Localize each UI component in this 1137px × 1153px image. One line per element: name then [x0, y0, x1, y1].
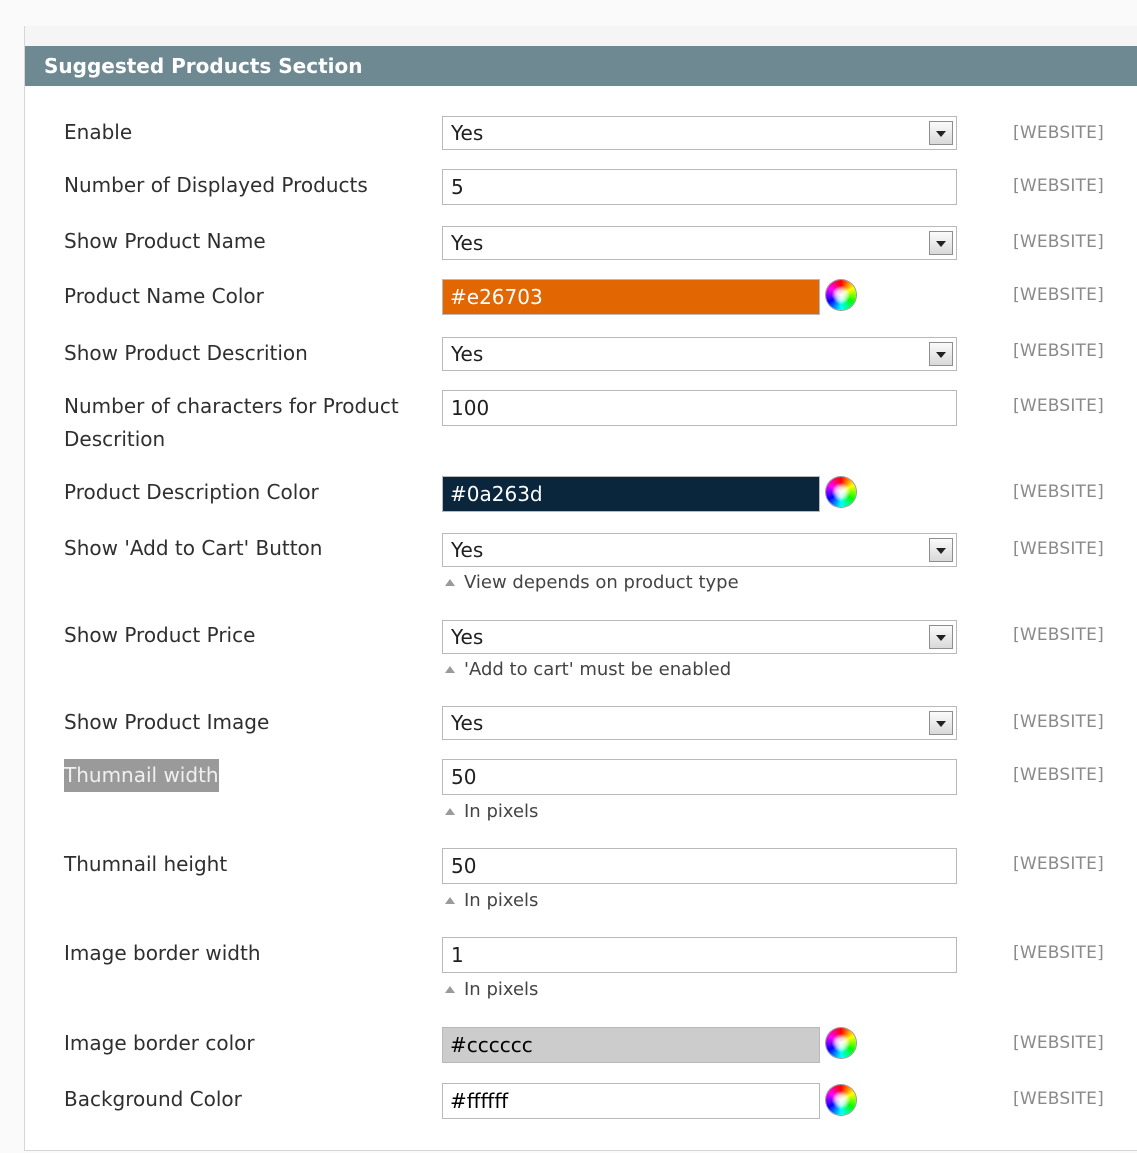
enable-select-value: Yes: [451, 121, 484, 145]
scope-label-border-width: [WEBSITE]: [1013, 943, 1104, 963]
name-color-input[interactable]: [442, 279, 820, 315]
show-cart-note: View depends on product type: [445, 572, 739, 593]
show-name-select-value: Yes: [451, 231, 484, 255]
chevron-down-icon[interactable]: [929, 538, 953, 562]
scope-label-enable: [WEBSITE]: [1013, 123, 1104, 143]
note-arrow-icon: [445, 986, 455, 993]
num-chars-input[interactable]: [442, 390, 957, 426]
num-displayed-label: Number of Displayed Products: [64, 173, 368, 197]
bg-color-input[interactable]: [442, 1083, 820, 1119]
border-width-input[interactable]: [442, 937, 957, 973]
show-image-label: Show Product Image: [64, 710, 270, 734]
num-chars-label-line1: Number of characters for Product: [64, 394, 399, 418]
enable-select[interactable]: Yes: [442, 116, 957, 150]
chevron-down-icon[interactable]: [929, 711, 953, 735]
section-title: Suggested Products Section: [44, 54, 363, 78]
note-arrow-icon: [445, 897, 455, 904]
scope-label-border-color: [WEBSITE]: [1013, 1033, 1104, 1053]
color-picker-icon[interactable]: [826, 280, 856, 310]
show-price-select-value: Yes: [451, 625, 484, 649]
border-width-label: Image border width: [64, 941, 261, 965]
enable-label: Enable: [64, 120, 133, 144]
show-price-label: Show Product Price: [64, 623, 256, 647]
scope-label-desc-color: [WEBSITE]: [1013, 482, 1104, 502]
panel-top-bar: [25, 26, 1137, 46]
show-cart-note-text: View depends on product type: [464, 572, 739, 593]
show-price-note: 'Add to cart' must be enabled: [445, 659, 731, 680]
show-desc-select-value: Yes: [451, 342, 484, 366]
show-cart-select[interactable]: Yes: [442, 533, 957, 567]
thumb-height-input[interactable]: [442, 848, 957, 884]
num-chars-label-line2: Descrition: [64, 427, 166, 451]
show-name-select[interactable]: Yes: [442, 226, 957, 260]
show-price-select[interactable]: Yes: [442, 620, 957, 654]
scope-label-num-displayed: [WEBSITE]: [1013, 176, 1104, 196]
bg-color-label: Background Color: [64, 1087, 242, 1111]
thumb-width-note-text: In pixels: [464, 801, 539, 822]
thumb-width-label: Thumnail width: [64, 759, 219, 792]
scope-label-show-price: [WEBSITE]: [1013, 625, 1104, 645]
show-desc-label: Show Product Descrition: [64, 341, 308, 365]
show-cart-select-value: Yes: [451, 538, 484, 562]
scope-label-show-name: [WEBSITE]: [1013, 232, 1104, 252]
note-arrow-icon: [445, 579, 455, 586]
chevron-down-icon[interactable]: [929, 342, 953, 366]
scope-label-show-desc: [WEBSITE]: [1013, 341, 1104, 361]
border-width-note-text: In pixels: [464, 979, 539, 1000]
note-arrow-icon: [445, 666, 455, 673]
show-image-select[interactable]: Yes: [442, 706, 957, 740]
show-price-note-text: 'Add to cart' must be enabled: [464, 659, 732, 680]
color-picker-icon[interactable]: [826, 1085, 856, 1115]
thumb-height-note-text: In pixels: [464, 890, 539, 911]
show-name-label: Show Product Name: [64, 229, 266, 253]
border-color-label: Image border color: [64, 1031, 255, 1055]
desc-color-input[interactable]: [442, 476, 820, 512]
thumb-width-input[interactable]: [442, 759, 957, 795]
scope-label-thumb-height: [WEBSITE]: [1013, 854, 1104, 874]
show-desc-select[interactable]: Yes: [442, 337, 957, 371]
border-width-note: In pixels: [445, 979, 538, 1000]
section-header[interactable]: Suggested Products Section: [25, 46, 1137, 86]
color-picker-icon[interactable]: [826, 1028, 856, 1058]
chevron-down-icon[interactable]: [929, 231, 953, 255]
scope-label-thumb-width: [WEBSITE]: [1013, 765, 1104, 785]
chevron-down-icon[interactable]: [929, 121, 953, 145]
thumb-height-label: Thumnail height: [64, 852, 228, 876]
scope-label-name-color: [WEBSITE]: [1013, 285, 1104, 305]
scope-label-show-cart: [WEBSITE]: [1013, 539, 1104, 559]
scope-label-bg-color: [WEBSITE]: [1013, 1089, 1104, 1109]
desc-color-label: Product Description Color: [64, 480, 319, 504]
thumb-height-note: In pixels: [445, 890, 538, 911]
config-panel: Suggested Products Section Enable Yes [W…: [24, 26, 1137, 1151]
scope-label-num-chars: [WEBSITE]: [1013, 396, 1104, 416]
num-displayed-input[interactable]: [442, 169, 957, 205]
chevron-down-icon[interactable]: [929, 625, 953, 649]
color-picker-icon[interactable]: [826, 477, 856, 507]
show-image-select-value: Yes: [451, 711, 484, 735]
thumb-width-note: In pixels: [445, 801, 538, 822]
note-arrow-icon: [445, 808, 455, 815]
name-color-label: Product Name Color: [64, 284, 264, 308]
scope-label-show-image: [WEBSITE]: [1013, 712, 1104, 732]
show-cart-label: Show 'Add to Cart' Button: [64, 536, 323, 560]
border-color-input[interactable]: [442, 1027, 820, 1063]
